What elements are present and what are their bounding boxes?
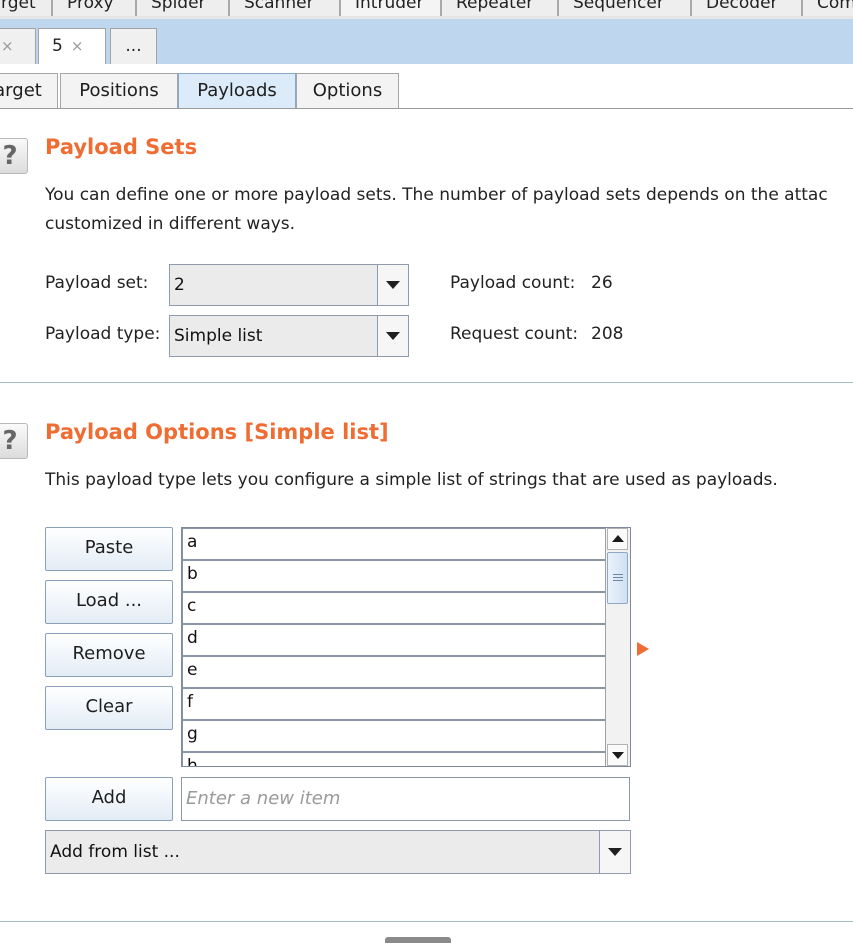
section-divider (0, 921, 853, 922)
instance-tab-previous[interactable]: × (0, 28, 36, 64)
request-count-value: 208 (591, 324, 624, 344)
list-item[interactable]: b (182, 560, 606, 592)
help-icon[interactable]: ? (0, 138, 28, 174)
tab-target[interactable]: rget (0, 0, 52, 16)
payload-type-label: Payload type: (45, 324, 161, 344)
new-item-input[interactable]: Enter a new item (181, 777, 630, 821)
tab-payloads[interactable]: Payloads (178, 73, 296, 108)
tab-repeater[interactable]: Repeater (441, 0, 558, 16)
payload-sets-title: Payload Sets (45, 135, 198, 159)
tool-tab-bar: rget Proxy Spider Scanner Intruder Repea… (0, 0, 853, 20)
list-scrollbar[interactable] (605, 528, 630, 766)
add-button[interactable]: Add (45, 777, 173, 821)
clear-button[interactable]: Clear (45, 686, 173, 730)
list-item[interactable]: f (182, 688, 606, 720)
payload-set-select[interactable]: 2 (169, 264, 409, 306)
list-item[interactable]: g (182, 720, 606, 752)
new-instance-tab[interactable]: ... (110, 28, 157, 64)
tab-decoder[interactable]: Decoder (691, 0, 802, 16)
payload-sets-description-2: customized in different ways. (45, 214, 296, 234)
tab-comparer[interactable]: Com (802, 0, 853, 16)
payload-sets-description: You can define one or more payload sets.… (45, 185, 828, 205)
paste-button[interactable]: Paste (45, 527, 173, 571)
close-icon[interactable]: × (1, 37, 14, 55)
section-divider (0, 382, 853, 383)
close-icon[interactable]: × (71, 37, 84, 55)
intruder-instance-tabs: × 5 × ... (0, 19, 853, 65)
payload-type-select[interactable]: Simple list (169, 315, 409, 357)
payloads-panel: ? Payload Sets You can define one or mor… (0, 109, 853, 943)
intruder-subtabs: arget Positions Payloads Options (0, 64, 853, 109)
payload-set-value: 2 (174, 275, 185, 295)
payload-options-description: This payload type lets you configure a s… (45, 470, 778, 490)
tab-target-config[interactable]: arget (0, 73, 58, 108)
payload-type-value: Simple list (174, 326, 263, 346)
list-item[interactable]: a (182, 528, 606, 560)
tab-positions[interactable]: Positions (60, 73, 178, 108)
load-button[interactable]: Load ... (45, 580, 173, 624)
tab-spider[interactable]: Spider (136, 0, 229, 16)
dropdown-arrow-icon[interactable] (599, 831, 630, 873)
resize-handle[interactable] (385, 937, 451, 943)
tab-options[interactable]: Options (296, 73, 399, 108)
payload-set-label: Payload set: (45, 273, 149, 293)
list-item[interactable]: e (182, 656, 606, 688)
dropdown-arrow-icon[interactable] (377, 316, 408, 356)
instance-tab-label: 5 (52, 36, 63, 56)
add-from-list-value: Add from list ... (50, 842, 180, 862)
tab-intruder[interactable]: Intruder (340, 0, 441, 16)
payload-options-title: Payload Options [Simple list] (45, 420, 389, 444)
expand-arrow-icon[interactable] (637, 642, 649, 656)
scroll-thumb[interactable] (607, 552, 628, 604)
payload-list[interactable]: a b c d e f g h (181, 527, 631, 767)
add-from-list-select[interactable]: Add from list ... (45, 830, 631, 874)
tab-proxy[interactable]: Proxy (52, 0, 136, 16)
dropdown-arrow-icon[interactable] (377, 265, 408, 305)
list-item[interactable]: c (182, 592, 606, 624)
payload-count-label: Payload count: (450, 273, 576, 293)
list-item[interactable]: d (182, 624, 606, 656)
remove-button[interactable]: Remove (45, 633, 173, 677)
tab-sequencer[interactable]: Sequencer (558, 0, 691, 16)
instance-tab-5[interactable]: 5 × (38, 28, 106, 65)
tab-scanner[interactable]: Scanner (229, 0, 340, 16)
scroll-down-icon[interactable] (607, 744, 628, 766)
request-count-label: Request count: (450, 324, 579, 344)
help-icon[interactable]: ? (0, 423, 28, 459)
new-tab-label: ... (125, 36, 142, 56)
payload-count-value: 26 (591, 273, 613, 293)
list-item[interactable]: h (182, 752, 606, 766)
scroll-up-icon[interactable] (607, 528, 628, 550)
